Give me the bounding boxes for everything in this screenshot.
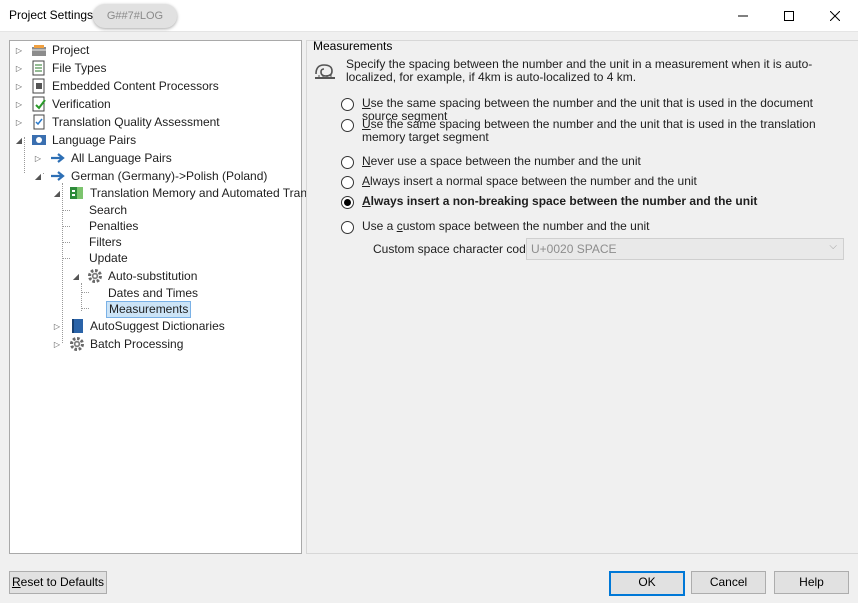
book-icon	[69, 318, 85, 334]
tree-item-language-pairs[interactable]: Language Pairs	[31, 131, 136, 149]
tree-item-file-types[interactable]: File Types	[31, 59, 106, 77]
minimize-icon	[738, 15, 748, 16]
translation-memory-icon	[69, 185, 85, 201]
measurements-description: Specify the spacing between the number a…	[346, 57, 813, 84]
collapse-toggle-auto-substitution[interactable]: ◢	[71, 267, 81, 285]
chevron-down-icon: ⌵	[829, 241, 837, 252]
collapse-toggle-translation-memory[interactable]: ◢	[52, 184, 62, 202]
cancel-button[interactable]: Cancel	[691, 571, 766, 594]
tree-item-embedded-content-processors[interactable]: Embedded Content Processors	[31, 77, 219, 95]
radio-button[interactable]	[341, 221, 354, 234]
radio-button-selected[interactable]	[341, 196, 354, 209]
radio-button[interactable]	[341, 176, 354, 189]
radio-label: Use the same spacing between the number …	[362, 117, 816, 144]
radio-option-custom-space[interactable]: Use a custom space between the number an…	[341, 220, 650, 234]
radio-option-nonbreaking-space[interactable]: Always insert a non-breaking space betwe…	[341, 195, 757, 209]
collapse-toggle-german-polish[interactable]: ◢	[33, 167, 43, 185]
tree-item-translation-quality-assessment[interactable]: Translation Quality Assessment	[31, 113, 220, 131]
help-button[interactable]: Help	[774, 571, 849, 594]
measurement-tape-icon	[313, 60, 335, 82]
collapse-toggle-language-pairs[interactable]: ◢	[14, 131, 24, 149]
radio-label: Always insert a normal space between the…	[362, 174, 697, 188]
expand-toggle-all-language-pairs[interactable]: ▷	[33, 149, 43, 167]
expand-toggle-batch-processing[interactable]: ▷	[52, 335, 62, 353]
radio-option-normal-space[interactable]: Always insert a normal space between the…	[341, 175, 697, 189]
gear-icon	[69, 336, 85, 352]
tree-item-project[interactable]: Project	[31, 41, 89, 59]
language-pairs-icon	[31, 132, 47, 148]
maximize-button[interactable]	[766, 0, 812, 31]
settings-tree[interactable]: ▷ Project ▷ File Types ▷ Embedded Conten…	[9, 40, 307, 554]
close-icon	[830, 10, 840, 21]
custom-space-value: U+0020 SPACE	[531, 242, 617, 256]
expand-toggle-project[interactable]: ▷	[14, 41, 24, 59]
window-title: Project Settings	[9, 8, 94, 22]
expand-toggle-tqa[interactable]: ▷	[14, 113, 24, 131]
expand-toggle-autosuggest[interactable]: ▷	[52, 317, 62, 335]
radio-option-never-space[interactable]: Never use a space between the number and…	[341, 155, 641, 169]
tree-item-all-language-pairs[interactable]: All Language Pairs	[50, 149, 172, 167]
watermark-badge: G##7#LOG	[93, 4, 177, 28]
maximize-icon	[784, 10, 794, 21]
tree-item-german-polish[interactable]: German (Germany)->Polish (Poland)	[50, 167, 267, 185]
radio-button[interactable]	[341, 98, 354, 111]
arrow-right-icon	[50, 150, 66, 166]
file-types-icon	[31, 60, 47, 76]
radio-label: Always insert a non-breaking space betwe…	[362, 194, 758, 208]
tree-item-batch-processing[interactable]: Batch Processing	[69, 335, 183, 353]
verification-icon	[31, 96, 47, 112]
embedded-content-icon	[31, 78, 47, 94]
project-icon	[31, 42, 47, 58]
group-title: Measurements	[313, 39, 393, 53]
radio-button[interactable]	[341, 156, 354, 169]
tree-item-update[interactable]: Update	[89, 249, 128, 267]
arrow-right-icon	[50, 168, 66, 184]
expand-toggle-file-types[interactable]: ▷	[14, 59, 24, 77]
title-bar: Project Settings G##7#LOG	[0, 0, 858, 32]
radio-button[interactable]	[341, 119, 354, 132]
tree-item-auto-substitution[interactable]: Auto-substitution	[87, 267, 197, 285]
tqa-icon	[31, 114, 47, 130]
custom-space-select[interactable]: U+0020 SPACE ⌵	[526, 238, 844, 260]
reset-to-defaults-button[interactable]: Reset to Defaults	[9, 571, 107, 594]
tree-item-measurements[interactable]: Measurements	[106, 300, 192, 318]
radio-option-tm-spacing[interactable]: Use the same spacing between the number …	[341, 118, 840, 144]
radio-label: Never use a space between the number and…	[362, 154, 641, 168]
close-button[interactable]	[812, 0, 858, 31]
tree-item-verification[interactable]: Verification	[31, 95, 111, 113]
minimize-button[interactable]	[720, 0, 766, 31]
radio-label: Use a custom space between the number an…	[362, 219, 650, 233]
custom-space-label: Custom space character code:	[373, 242, 536, 256]
gear-icon	[87, 268, 103, 284]
tree-item-translation-memory[interactable]: Translation Memory and Automated Tran	[69, 184, 307, 202]
ok-button[interactable]: OK	[609, 571, 685, 596]
expand-toggle-embedded[interactable]: ▷	[14, 77, 24, 95]
expand-toggle-verification[interactable]: ▷	[14, 95, 24, 113]
tree-item-autosuggest-dictionaries[interactable]: AutoSuggest Dictionaries	[69, 317, 225, 335]
